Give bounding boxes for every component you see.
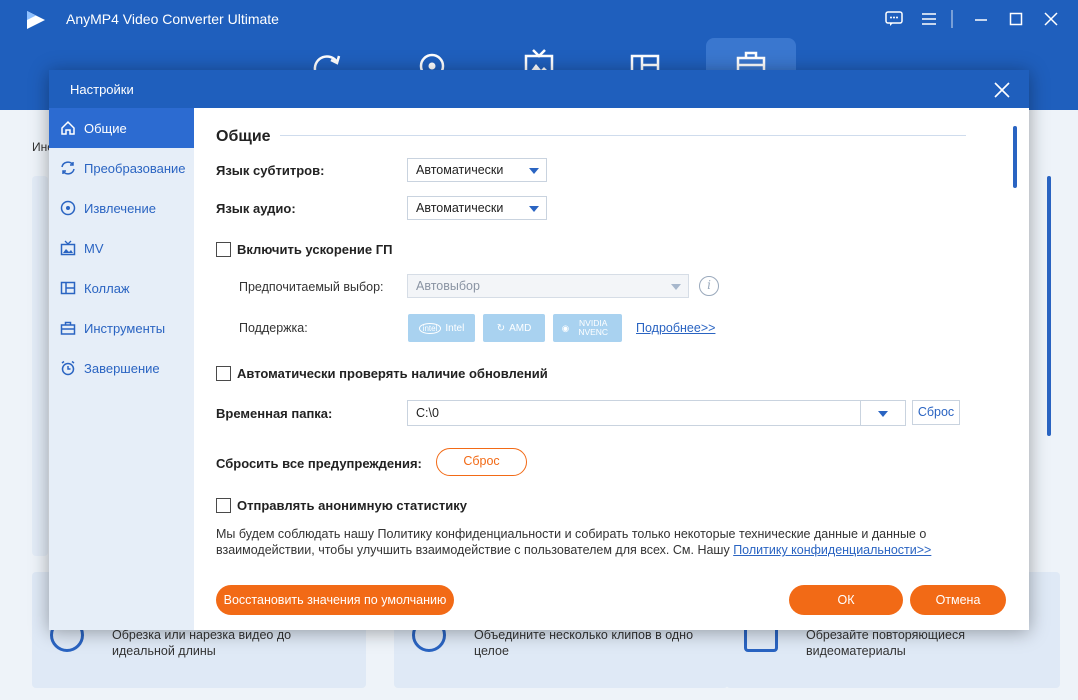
support-label: Поддержка: xyxy=(239,321,308,335)
amd-badge: ↻ AMD xyxy=(483,314,545,342)
subtitle-lang-label: Язык субтитров: xyxy=(216,163,325,178)
info-icon[interactable]: i xyxy=(699,276,719,296)
sidebar-item-label: Коллаж xyxy=(84,280,130,296)
chevron-down-icon xyxy=(529,168,539,174)
preferred-label: Предпочитаемый выбор: xyxy=(239,280,384,294)
preferred-value: Автовыбор xyxy=(416,279,480,293)
section-heading: Общие xyxy=(216,128,271,145)
temp-reset-button[interactable]: Сброс xyxy=(912,400,960,425)
reset-warnings-label: Сбросить все предупреждения: xyxy=(216,456,422,471)
sidebar-item-label: Преобразование xyxy=(84,160,186,176)
gpu-accel-checkbox-row[interactable]: Включить ускорение ГП xyxy=(216,242,392,257)
dialog-titlebar: Настройки xyxy=(49,70,1029,108)
chevron-down-icon xyxy=(671,284,681,290)
settings-dialog: Настройки Общие Преобразование Извлечени… xyxy=(49,70,1029,630)
temp-folder-label: Временная папка: xyxy=(216,406,333,421)
intel-badge: intel Intel xyxy=(408,314,475,342)
tool-card-text: Объедините несколько клипов в одно целое xyxy=(474,628,694,658)
gpu-accel-checkbox[interactable] xyxy=(216,242,231,257)
disc-icon xyxy=(59,199,77,217)
home-icon xyxy=(59,119,77,137)
subtitle-lang-select[interactable]: Автоматически xyxy=(407,158,547,182)
auto-update-checkbox[interactable] xyxy=(216,366,231,381)
settings-sidebar: Общие Преобразование Извлечение MV Колла… xyxy=(49,108,194,630)
sidebar-item-label: MV xyxy=(84,240,104,256)
nvidia-badge: ◉ NVIDIA NVENC xyxy=(553,314,622,342)
sidebar-item-mv[interactable]: MV xyxy=(49,228,194,268)
anon-stats-label: Отправлять анонимную статистику xyxy=(237,498,467,513)
menu-icon[interactable] xyxy=(918,8,940,30)
convert-icon xyxy=(59,159,77,177)
cancel-button[interactable]: Отмена xyxy=(910,585,1006,615)
sidebar-item-label: Извлечение xyxy=(84,200,156,216)
anon-stats-checkbox[interactable] xyxy=(216,498,231,513)
anon-stats-checkbox-row[interactable]: Отправлять анонимную статистику xyxy=(216,498,467,513)
sidebar-item-label: Общие xyxy=(84,120,127,136)
sidebar-item-conversion[interactable]: Преобразование xyxy=(49,148,194,188)
mv-icon xyxy=(59,239,77,257)
dialog-close-icon[interactable] xyxy=(993,81,1011,99)
collage-icon xyxy=(59,279,77,297)
tool-card-text: Обрезайте повторяющиеся видеоматериалы xyxy=(806,628,966,658)
reset-warnings-button[interactable]: Сброс xyxy=(436,448,527,476)
close-app-icon[interactable] xyxy=(1040,8,1062,30)
amd-badge-label: AMD xyxy=(509,322,532,334)
dialog-title: Настройки xyxy=(70,82,134,97)
feedback-icon[interactable] xyxy=(883,8,905,30)
audio-lang-select[interactable]: Автоматически xyxy=(407,196,547,220)
subtitle-lang-value: Автоматически xyxy=(416,163,504,177)
alarm-icon xyxy=(59,359,77,377)
settings-content: Общие Язык субтитров: Автоматически Язык… xyxy=(194,108,1029,630)
sidebar-item-tools[interactable]: Инструменты xyxy=(49,308,194,348)
main-scrollbar[interactable] xyxy=(1047,176,1051,436)
section-divider xyxy=(280,135,966,136)
audio-lang-value: Автоматически xyxy=(416,201,504,215)
gpu-accel-label: Включить ускорение ГП xyxy=(237,242,393,257)
audio-lang-label: Язык аудио: xyxy=(216,201,296,216)
sidebar-item-completion[interactable]: Завершение xyxy=(49,348,194,388)
sidebar-item-collage[interactable]: Коллаж xyxy=(49,268,194,308)
nvidia-logo-icon: ◉ xyxy=(561,322,570,333)
minimize-icon[interactable] xyxy=(970,8,992,30)
privacy-text: Мы будем соблюдать нашу Политику конфиде… xyxy=(216,526,956,558)
settings-scrollbar[interactable] xyxy=(1013,126,1017,188)
privacy-link[interactable]: Политику конфиденциальности>> xyxy=(733,543,931,557)
more-info-link[interactable]: Подробнее>> xyxy=(636,321,715,335)
sidebar-item-label: Инструменты xyxy=(84,320,166,336)
tool-card-text: Обрезка или нарезка видео до идеальной д… xyxy=(112,628,292,658)
app-title: AnyMP4 Video Converter Ultimate xyxy=(66,11,279,27)
temp-folder-input[interactable]: C:\0 xyxy=(407,400,906,426)
intel-badge-label: Intel xyxy=(445,322,465,334)
sidebar-item-ripper[interactable]: Извлечение xyxy=(49,188,194,228)
sidebar-item-general[interactable]: Общие xyxy=(49,108,194,148)
amd-logo-icon: ↻ xyxy=(496,322,506,334)
toolbox-icon xyxy=(59,319,77,337)
field-divider xyxy=(860,401,861,425)
auto-update-label: Автоматически проверять наличие обновлен… xyxy=(237,366,548,381)
nvidia-badge-label: NVIDIA NVENC xyxy=(578,318,609,337)
title-divider xyxy=(951,10,953,28)
chevron-down-icon xyxy=(529,206,539,212)
sidebar-item-label: Завершение xyxy=(84,360,160,376)
maximize-icon[interactable] xyxy=(1005,8,1027,30)
background-card xyxy=(32,176,48,556)
preferred-select[interactable]: Автовыбор xyxy=(407,274,689,298)
app-logo-icon xyxy=(27,11,45,29)
restore-defaults-button[interactable]: Восстановить значения по умолчанию xyxy=(216,585,454,615)
temp-folder-value: C:\0 xyxy=(416,406,439,420)
chevron-down-icon[interactable] xyxy=(878,411,888,417)
auto-update-checkbox-row[interactable]: Автоматически проверять наличие обновлен… xyxy=(216,366,548,381)
intel-logo-icon: intel xyxy=(418,322,442,334)
ok-button[interactable]: ОК xyxy=(789,585,903,615)
